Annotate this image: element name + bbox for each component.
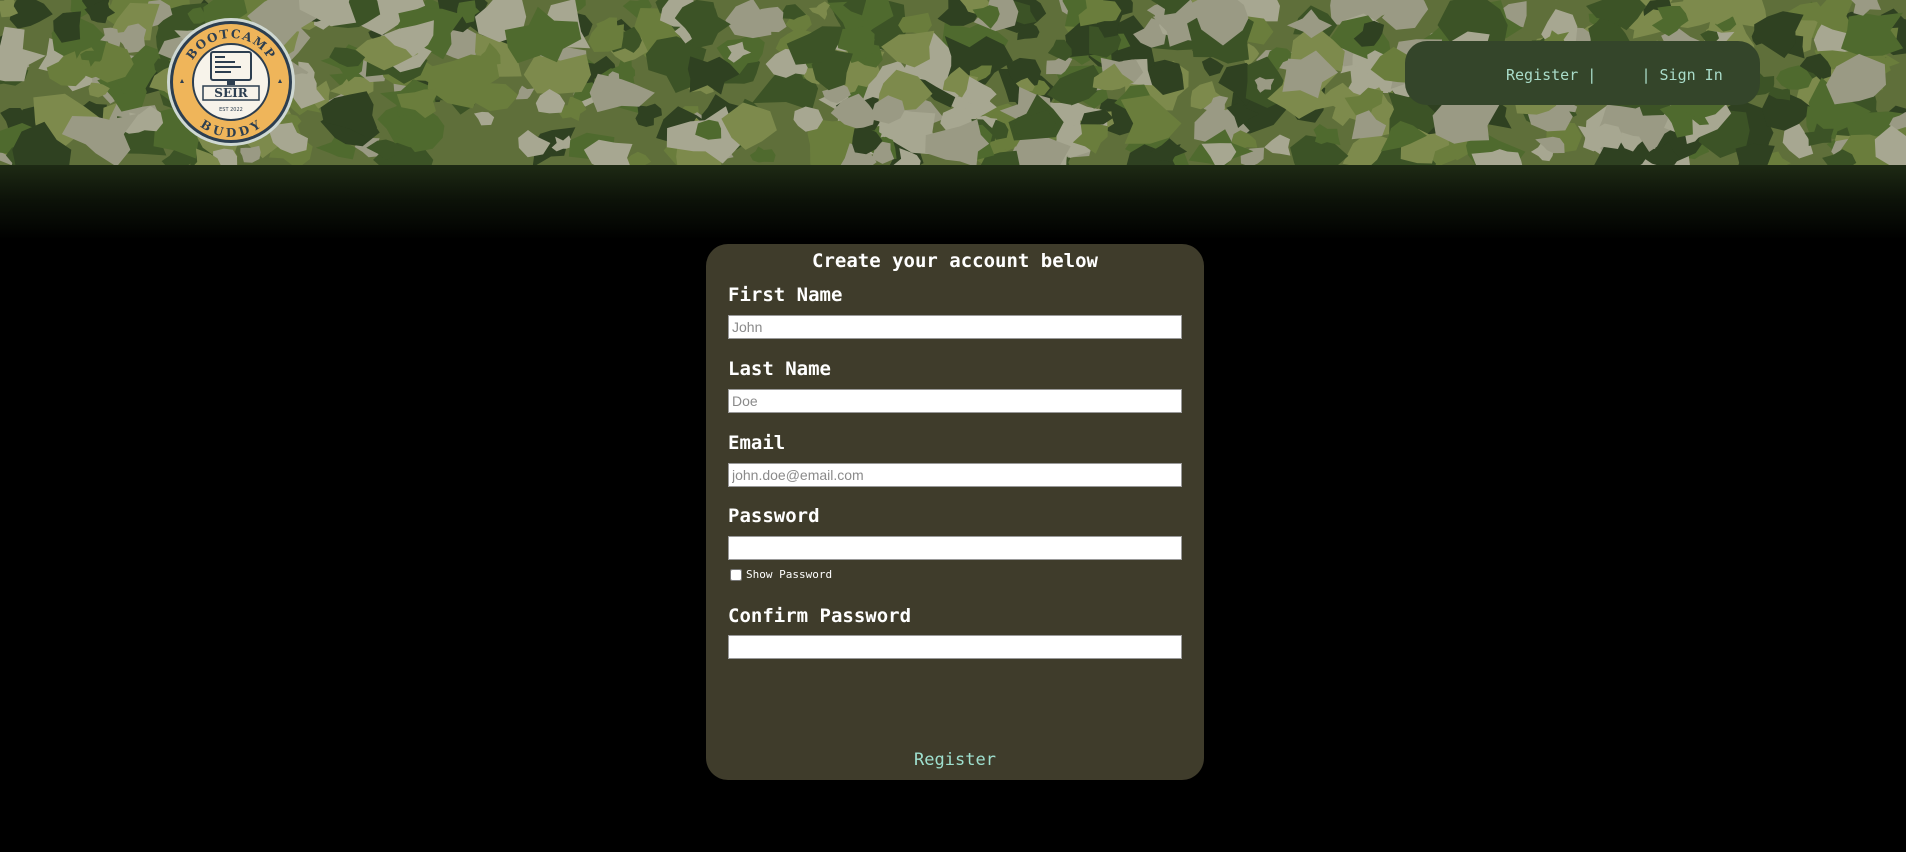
header-gradient-fade xyxy=(0,165,1906,240)
nav-separator-1: | xyxy=(1587,66,1597,84)
email-input[interactable] xyxy=(728,463,1182,487)
nav-register-link[interactable]: Register xyxy=(1506,66,1578,84)
logo-badge-icon: BOOTCAMP BUDDY SEIR EST 2022 xyxy=(167,18,295,146)
password-label: Password xyxy=(728,505,820,527)
last-name-label: Last Name xyxy=(728,358,831,380)
nav-spacer-2 xyxy=(1651,66,1660,84)
logo-center-text: SEIR xyxy=(214,86,248,100)
confirm-password-label: Confirm Password xyxy=(728,605,912,627)
show-password-toggle[interactable]: Show Password xyxy=(730,568,832,581)
registration-card: Create your account below First Name Las… xyxy=(706,244,1204,780)
register-submit-button[interactable]: Register xyxy=(914,750,996,770)
logo-est-text: EST 2022 xyxy=(219,107,243,113)
password-input[interactable] xyxy=(728,536,1182,560)
submit-container: Register xyxy=(706,750,1204,770)
show-password-checkbox[interactable] xyxy=(730,568,742,581)
first-name-input[interactable] xyxy=(728,315,1182,339)
show-password-label: Show Password xyxy=(746,568,833,581)
nav-sign-in-link[interactable]: Sign In xyxy=(1660,66,1723,84)
nav-separator xyxy=(1578,66,1587,84)
first-name-label: First Name xyxy=(728,284,843,306)
bootcamp-buddy-logo[interactable]: BOOTCAMP BUDDY SEIR EST 2022 xyxy=(165,16,297,148)
email-label: Email xyxy=(728,432,786,454)
last-name-input[interactable] xyxy=(728,389,1182,413)
confirm-password-input[interactable] xyxy=(728,635,1182,659)
form-title: Create your account below xyxy=(812,250,1098,272)
nav-separator-2: | xyxy=(1641,66,1651,84)
nav-spacer xyxy=(1596,66,1641,84)
header-nav: Register | | Sign In xyxy=(1506,63,1723,87)
